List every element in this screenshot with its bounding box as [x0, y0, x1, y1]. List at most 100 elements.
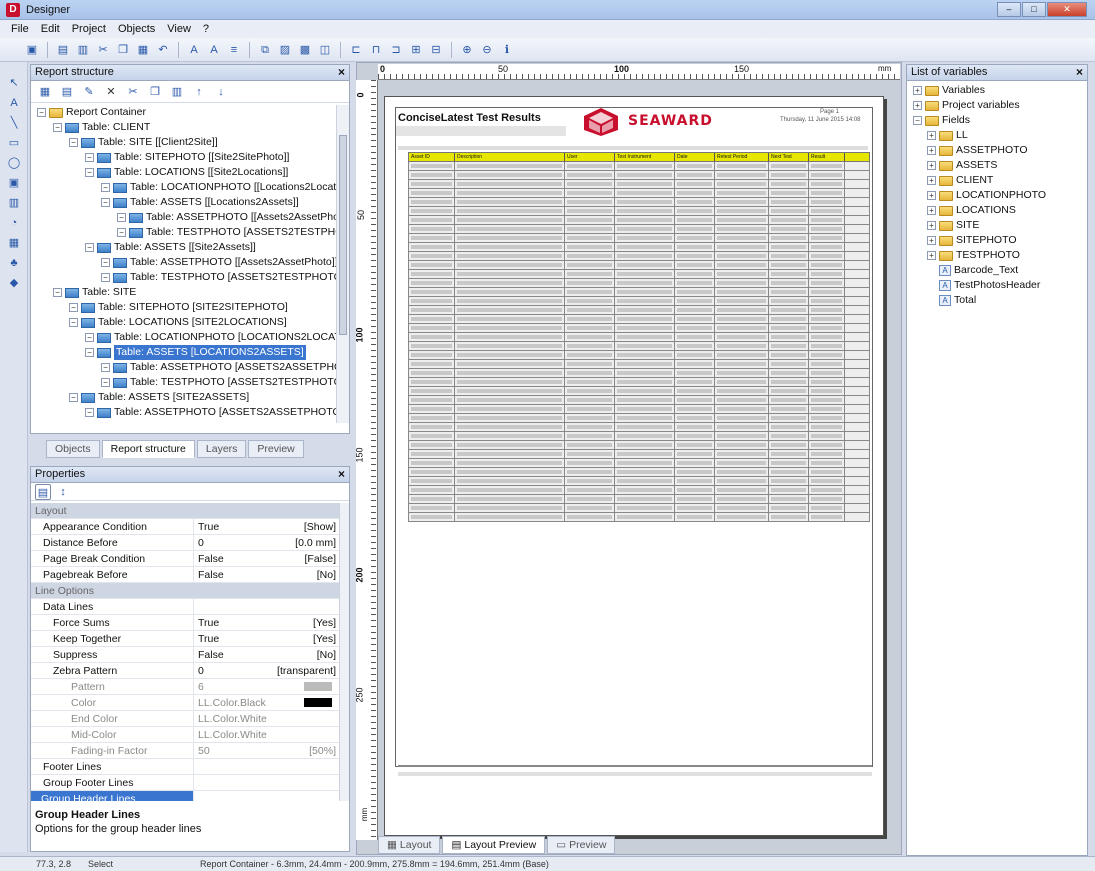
variable-node[interactable]: + Project variables [913, 98, 1020, 113]
chart-icon[interactable]: ▨ [277, 42, 293, 58]
property-row[interactable]: Color LL.Color.Black [31, 695, 341, 711]
property-row[interactable]: Appearance Condition True [Show] [31, 519, 341, 535]
info-icon[interactable]: ℹ [499, 42, 515, 58]
expand-collapse-icon[interactable]: − [101, 378, 110, 387]
undo-icon[interactable]: ↶ [155, 42, 171, 58]
tree-scrollbar[interactable] [336, 105, 349, 423]
column-header[interactable]: Test Instrument [615, 153, 675, 161]
tab-layers[interactable]: Layers [196, 440, 247, 458]
select-tool-icon[interactable]: ↖ [7, 76, 21, 90]
variable-node[interactable]: + SITEPHOTO [927, 233, 1016, 248]
variable-node[interactable]: + LOCATIONS [927, 203, 1016, 218]
variable-node[interactable]: − Fields [913, 113, 970, 128]
expand-collapse-icon[interactable]: − [117, 228, 126, 237]
property-value[interactable]: 0 [0.0 mm] [193, 535, 340, 551]
expand-collapse-icon[interactable]: − [101, 258, 110, 267]
variable-node[interactable]: A Total [927, 293, 976, 308]
tree-node[interactable]: − Table: LOCATIONPHOTO [LOCATIONS2LOCATI [85, 330, 337, 345]
property-row[interactable]: Suppress False [No] [31, 647, 341, 663]
expand-collapse-icon[interactable]: − [101, 183, 110, 192]
property-value[interactable]: True [Yes] [193, 615, 340, 631]
frame-icon[interactable]: ⧉ [257, 42, 273, 58]
paste-icon[interactable]: ▦ [135, 42, 151, 58]
expand-collapse-icon[interactable]: − [85, 153, 94, 162]
distribute-icon[interactable]: ⊞ [408, 42, 424, 58]
pattern-swatch[interactable] [304, 682, 332, 691]
property-row[interactable]: Group Header Lines [31, 791, 341, 801]
variable-node[interactable]: + TESTPHOTO [927, 248, 1020, 263]
expand-collapse-icon[interactable]: + [927, 206, 936, 215]
expand-collapse-icon[interactable]: + [927, 131, 936, 140]
minimize-button[interactable]: – [997, 2, 1021, 17]
expand-collapse-icon[interactable]: − [85, 333, 94, 342]
maximize-button[interactable]: □ [1022, 2, 1046, 17]
property-row[interactable]: Page Break Condition False [False] [31, 551, 341, 567]
property-value[interactable]: False [No] [193, 647, 340, 663]
property-value[interactable]: False [False] [193, 551, 340, 567]
property-row[interactable]: End Color LL.Color.White [31, 711, 341, 727]
tree-node[interactable]: − Table: ASSETS [[Site2Assets]] [85, 240, 256, 255]
expand-collapse-icon[interactable]: + [927, 161, 936, 170]
menu-edit[interactable]: Edit [36, 23, 65, 35]
rectangle-tool-icon[interactable]: ▭ [7, 136, 21, 150]
variable-node[interactable]: + ASSETS [927, 158, 997, 173]
property-value[interactable]: True [Yes] [193, 631, 340, 647]
save-icon[interactable]: ▣ [24, 42, 40, 58]
align-center-icon[interactable]: ⊓ [368, 42, 384, 58]
open-icon[interactable]: ▤ [55, 42, 71, 58]
column-header[interactable]: Date [675, 153, 715, 161]
expand-collapse-icon[interactable]: + [927, 176, 936, 185]
expand-collapse-icon[interactable]: − [913, 116, 922, 125]
delete-icon[interactable]: ✕ [103, 84, 119, 100]
expand-collapse-icon[interactable]: + [927, 236, 936, 245]
zoom-out-icon[interactable]: ⊖ [479, 42, 495, 58]
expand-collapse-icon[interactable]: − [85, 243, 94, 252]
menu-file[interactable]: File [6, 23, 34, 35]
variable-node[interactable]: A TestPhotosHeader [927, 278, 1040, 293]
variable-node[interactable]: A Barcode_Text [927, 263, 1018, 278]
property-value[interactable]: False [No] [193, 567, 340, 583]
tab-report-structure[interactable]: Report structure [101, 440, 195, 458]
line-tool-icon[interactable]: ╲ [7, 116, 21, 130]
variable-node[interactable]: + Variables [913, 83, 985, 98]
tab-preview[interactable]: ▭ Preview [547, 836, 616, 854]
property-value[interactable] [193, 599, 340, 615]
property-value[interactable]: 6 [193, 679, 340, 695]
expand-collapse-icon[interactable]: − [101, 273, 110, 282]
properties-scrollbar[interactable] [339, 503, 349, 801]
copy-icon[interactable]: ❐ [147, 84, 163, 100]
tree-node[interactable]: − Table: SITE [[Client2Site]] [69, 135, 218, 150]
text-tool-icon[interactable]: A [7, 96, 21, 110]
column-header[interactable]: Description [455, 153, 565, 161]
variable-node[interactable]: + LOCATIONPHOTO [927, 188, 1046, 203]
print-icon[interactable]: ▥ [75, 42, 91, 58]
expand-collapse-icon[interactable]: + [927, 221, 936, 230]
expand-collapse-icon[interactable]: − [53, 288, 62, 297]
form-tool-icon[interactable]: ♣ [7, 256, 21, 270]
tree-node[interactable]: − Table: LOCATIONS [[Site2Locations]] [85, 165, 288, 180]
tree-node[interactable]: − Table: TESTPHOTO [ASSETS2TESTPHOTC [117, 225, 337, 240]
scrollbar-thumb[interactable] [339, 135, 347, 335]
variable-node[interactable]: + SITE [927, 218, 979, 233]
tab-objects[interactable]: Objects [46, 440, 100, 458]
expand-collapse-icon[interactable]: − [53, 123, 62, 132]
expand-collapse-icon[interactable]: + [927, 146, 936, 155]
align-right-icon[interactable]: ⊐ [388, 42, 404, 58]
column-header[interactable]: Asset ID [409, 153, 455, 161]
expand-collapse-icon[interactable]: − [69, 393, 78, 402]
tree-node[interactable]: − Table: ASSETPHOTO [ASSETS2ASSETPHOTO [101, 360, 337, 375]
tree-node[interactable]: − Table: ASSETPHOTO [ASSETS2ASSETPHOTO] [85, 405, 337, 420]
property-row[interactable]: Footer Lines [31, 759, 341, 775]
property-row[interactable]: Group Footer Lines [31, 775, 341, 791]
layer-icon[interactable]: ◫ [317, 42, 333, 58]
expand-collapse-icon[interactable]: − [117, 213, 126, 222]
property-row[interactable]: Layout [31, 503, 341, 519]
tree-node[interactable]: − Table: SITEPHOTO [[Site2SitePhoto]] [85, 150, 289, 165]
tree-node[interactable]: − Table: ASSETS [SITE2ASSETS] [69, 390, 249, 405]
append-table-icon[interactable]: ▦ [37, 84, 53, 100]
property-value[interactable] [193, 791, 340, 801]
property-value[interactable]: LL.Color.Black [193, 695, 340, 711]
property-row[interactable]: Force Sums True [Yes] [31, 615, 341, 631]
property-value[interactable]: 0 [transparent] [193, 663, 340, 679]
menu-project[interactable]: Project [67, 23, 111, 35]
